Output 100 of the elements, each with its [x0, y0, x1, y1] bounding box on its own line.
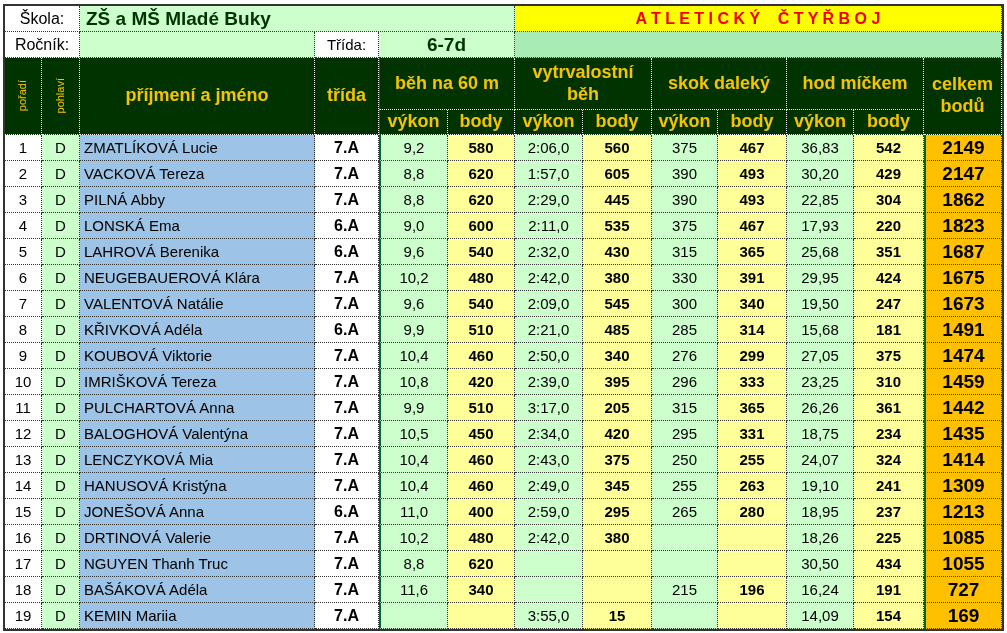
- rank-cell: 3: [5, 187, 42, 213]
- performance-cell: [652, 525, 718, 551]
- rank-cell: 10: [5, 369, 42, 395]
- performance-cell: 8,8: [379, 161, 448, 187]
- name-cell: KŘIVKOVÁ Adéla: [80, 317, 315, 343]
- performance-cell: 8,8: [379, 551, 448, 577]
- points-cell: 467: [718, 135, 787, 161]
- points-cell: [583, 551, 652, 577]
- points-cell: 545: [583, 291, 652, 317]
- points-cell: 345: [583, 473, 652, 499]
- performance-cell: 295: [652, 421, 718, 447]
- points-cell: 424: [854, 265, 924, 291]
- performance-cell: 22,85: [787, 187, 854, 213]
- total-cell: 1213: [924, 499, 1002, 525]
- performance-cell: 2:42,0: [515, 265, 583, 291]
- performance-header: výkon: [515, 110, 583, 135]
- total-cell: 1823: [924, 213, 1002, 239]
- class-cell: 7.A: [315, 473, 379, 499]
- performance-cell: [515, 551, 583, 577]
- rank-cell: 16: [5, 525, 42, 551]
- points-cell: 510: [448, 395, 515, 421]
- points-cell: 365: [718, 395, 787, 421]
- points-cell: 540: [448, 291, 515, 317]
- performance-cell: 2:11,0: [515, 213, 583, 239]
- rank-header: pořadí: [5, 58, 42, 135]
- class-cell: 7.A: [315, 525, 379, 551]
- gender-cell: D: [42, 551, 80, 577]
- performance-cell: 9,6: [379, 239, 448, 265]
- gender-cell: D: [42, 239, 80, 265]
- performance-cell: 14,09: [787, 603, 854, 629]
- performance-cell: 9,6: [379, 291, 448, 317]
- performance-cell: 215: [652, 577, 718, 603]
- points-cell: 295: [583, 499, 652, 525]
- points-cell: 485: [583, 317, 652, 343]
- points-cell: 241: [854, 473, 924, 499]
- name-cell: VALENTOVÁ Natálie: [80, 291, 315, 317]
- points-cell: 196: [718, 577, 787, 603]
- gender-cell: D: [42, 473, 80, 499]
- performance-cell: 315: [652, 395, 718, 421]
- points-cell: [583, 577, 652, 603]
- performance-cell: 250: [652, 447, 718, 473]
- rank-cell: 7: [5, 291, 42, 317]
- points-cell: 340: [448, 577, 515, 603]
- performance-cell: 300: [652, 291, 718, 317]
- points-cell: [718, 525, 787, 551]
- name-cell: PILNÁ Abby: [80, 187, 315, 213]
- total-cell: 1442: [924, 395, 1002, 421]
- gender-cell: D: [42, 187, 80, 213]
- gender-cell: D: [42, 421, 80, 447]
- points-cell: 429: [854, 161, 924, 187]
- event-header: běh na 60 m: [379, 58, 515, 110]
- class-cell: 6.A: [315, 317, 379, 343]
- gender-cell: D: [42, 291, 80, 317]
- event-header: vytrvalostní běh: [515, 58, 652, 110]
- points-cell: 380: [583, 265, 652, 291]
- event-header: hod míčkem: [787, 58, 924, 110]
- class-cell: 7.A: [315, 551, 379, 577]
- gender-cell: D: [42, 603, 80, 629]
- class-cell: 7.A: [315, 421, 379, 447]
- performance-cell: 26,26: [787, 395, 854, 421]
- performance-header: výkon: [787, 110, 854, 135]
- points-cell: 340: [718, 291, 787, 317]
- rank-cell: 15: [5, 499, 42, 525]
- class-cell: 7.A: [315, 395, 379, 421]
- gender-cell: D: [42, 213, 80, 239]
- performance-cell: 2:32,0: [515, 239, 583, 265]
- name-cell: ZMATLÍKOVÁ Lucie: [80, 135, 315, 161]
- performance-cell: 3:55,0: [515, 603, 583, 629]
- rank-cell: 6: [5, 265, 42, 291]
- points-cell: 395: [583, 369, 652, 395]
- points-header: body: [448, 110, 515, 135]
- performance-cell: 17,93: [787, 213, 854, 239]
- points-cell: 510: [448, 317, 515, 343]
- points-cell: 15: [583, 603, 652, 629]
- total-cell: 169: [924, 603, 1002, 629]
- total-cell: 2147: [924, 161, 1002, 187]
- points-cell: 225: [854, 525, 924, 551]
- event-header: skok daleký: [652, 58, 787, 110]
- class-cell: 7.A: [315, 369, 379, 395]
- performance-cell: 10,5: [379, 421, 448, 447]
- performance-cell: 2:49,0: [515, 473, 583, 499]
- performance-cell: 330: [652, 265, 718, 291]
- points-cell: 450: [448, 421, 515, 447]
- performance-cell: 19,50: [787, 291, 854, 317]
- points-cell: 620: [448, 187, 515, 213]
- performance-cell: 10,4: [379, 343, 448, 369]
- rank-cell: 1: [5, 135, 42, 161]
- performance-cell: 25,68: [787, 239, 854, 265]
- points-cell: 154: [854, 603, 924, 629]
- name-cell: PULCHARTOVÁ Anna: [80, 395, 315, 421]
- rank-cell: 13: [5, 447, 42, 473]
- points-cell: 560: [583, 135, 652, 161]
- points-cell: 314: [718, 317, 787, 343]
- points-cell: 181: [854, 317, 924, 343]
- performance-cell: 296: [652, 369, 718, 395]
- performance-cell: 11,6: [379, 577, 448, 603]
- points-cell: 540: [448, 239, 515, 265]
- performance-cell: 2:43,0: [515, 447, 583, 473]
- class-cell: 7.A: [315, 343, 379, 369]
- points-cell: 580: [448, 135, 515, 161]
